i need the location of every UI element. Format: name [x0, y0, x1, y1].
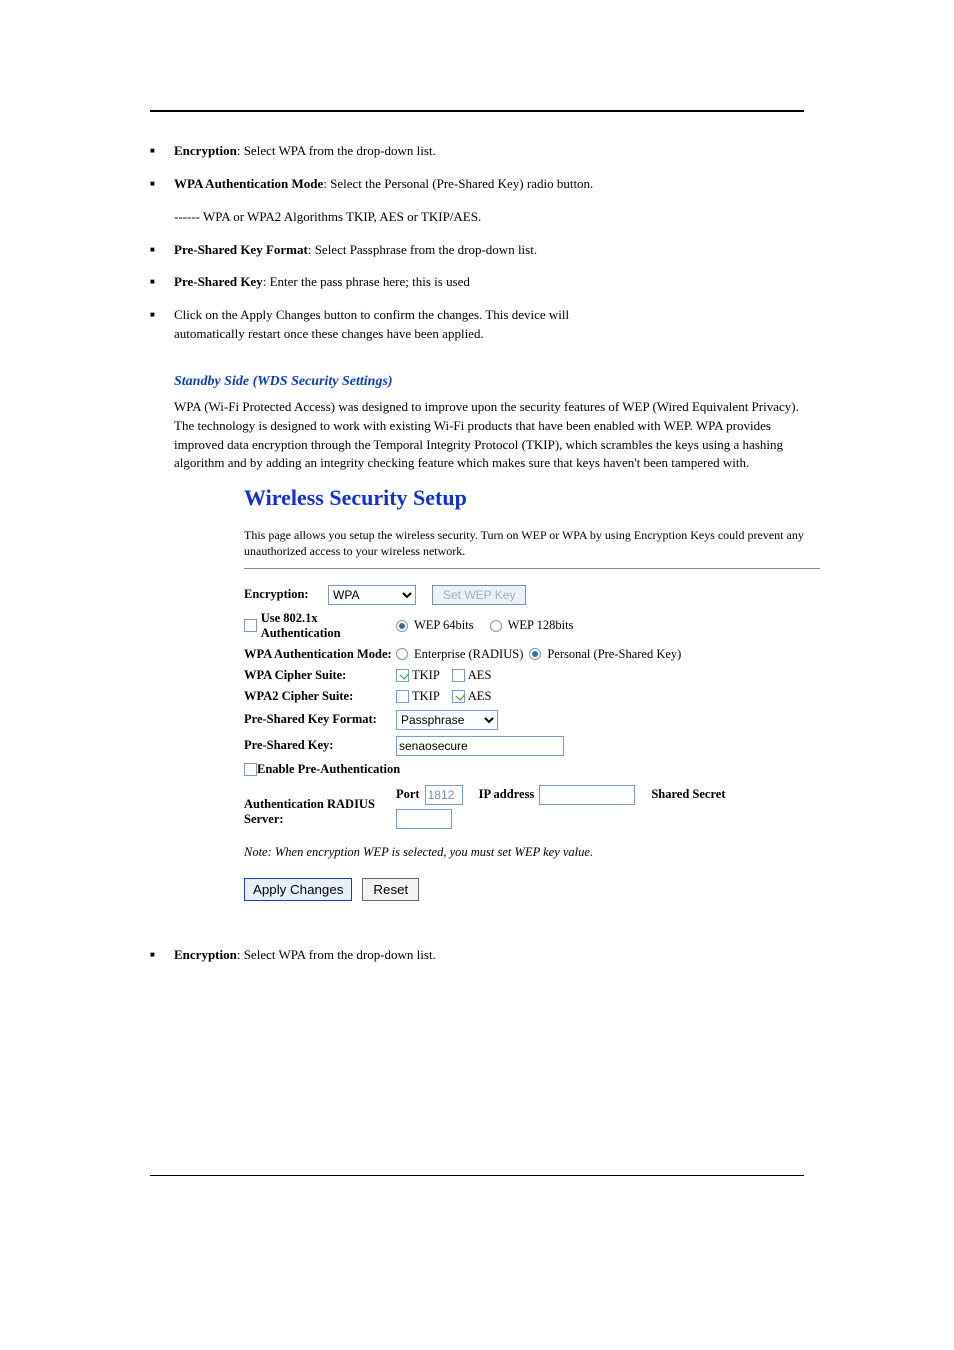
reset-button[interactable]: Reset	[362, 878, 419, 901]
row-wpa2-cipher: WPA2 Cipher Suite: TKIP AES	[244, 689, 820, 704]
bullet-text-line1: Click on the Apply Changes button to con…	[174, 307, 569, 322]
radio-wep64[interactable]	[396, 620, 408, 632]
bullet-psk: ■ Pre-Shared Key: Enter the pass phrase …	[150, 273, 804, 292]
label-secret: Shared Secret	[651, 787, 725, 802]
bullet-apply: ■ Click on the Apply Changes button to c…	[150, 306, 804, 344]
psk-format-select[interactable]: Passphrase	[396, 710, 498, 730]
checkbox-preauth[interactable]	[244, 763, 257, 776]
bullet-label: Encryption	[174, 947, 237, 962]
radio-personal[interactable]	[529, 648, 541, 660]
row-wpa-cipher: WPA Cipher Suite: TKIP AES	[244, 668, 820, 683]
psk-input[interactable]	[396, 736, 564, 756]
row-preauth: Enable Pre-Authentication	[244, 762, 820, 777]
bullet-text: : Select WPA from the drop-down list.	[237, 143, 436, 158]
row-radius: Authentication RADIUS Server: Port IP ad…	[244, 785, 820, 829]
label-port: Port	[396, 787, 420, 802]
action-buttons: Apply Changes Reset	[244, 878, 820, 901]
bullet-label: Pre-Shared Key	[174, 274, 263, 289]
label-ip: IP address	[479, 787, 535, 802]
bottom-rule	[150, 1175, 804, 1176]
shot-divider	[244, 568, 820, 569]
label-personal: Personal (Pre-Shared Key)	[547, 647, 681, 662]
bullet-mark: ■	[150, 241, 174, 260]
bullet-wpa-auth-mode: ■ WPA Authentication Mode: Select the Pe…	[150, 175, 804, 194]
label-psk: Pre-Shared Key:	[244, 738, 396, 753]
label-aes2: AES	[468, 689, 492, 704]
note-text: Note: When encryption WEP is selected, y…	[244, 845, 820, 860]
bullet-text: : Select WPA from the drop-down list.	[237, 947, 436, 962]
set-wep-key-button[interactable]: Set WEP Key	[432, 585, 526, 605]
checkbox-8021x[interactable]	[244, 619, 257, 632]
standby-intro: WPA (Wi-Fi Protected Access) was designe…	[174, 398, 804, 473]
bullet-label: WPA Authentication Mode	[174, 176, 323, 191]
checkbox-wpa-aes[interactable]	[452, 669, 465, 682]
checkbox-wpa-tkip[interactable]	[396, 669, 409, 682]
label-aes: AES	[468, 668, 492, 683]
checkbox-wpa2-aes[interactable]	[452, 690, 465, 703]
radio-wep128[interactable]	[490, 620, 502, 632]
bullet-text: : Select Passphrase from the drop-down l…	[308, 242, 537, 257]
top-rule	[150, 110, 804, 112]
bullet-psk-format: ■ Pre-Shared Key Format: Select Passphra…	[150, 241, 804, 260]
row-wpa-authmode: WPA Authentication Mode: Enterprise (RAD…	[244, 647, 820, 662]
bullet-mark: ■	[150, 142, 174, 161]
label-wep64: WEP 64bits	[414, 618, 474, 633]
ip-input[interactable]	[539, 785, 635, 805]
label-tkip: TKIP	[412, 668, 440, 683]
label-wpa-cipher: WPA Cipher Suite:	[244, 668, 396, 683]
label-preauth: Enable Pre-Authentication	[257, 762, 409, 777]
standby-heading: Standby Side (WDS Security Settings)	[174, 374, 804, 390]
bullet-wpa-continuation: ------ WPA or WPA2 Algorithms TKIP, AES …	[174, 208, 804, 227]
label-radius: Authentication RADIUS Server:	[244, 785, 396, 827]
shot-description: This page allows you setup the wireless …	[244, 527, 820, 559]
bullet-mark: ■	[150, 946, 174, 965]
label-8021x: Use 802.1x Authentication	[261, 611, 396, 641]
shot-title: Wireless Security Setup	[244, 485, 820, 511]
apply-changes-button[interactable]: Apply Changes	[244, 878, 352, 901]
checkbox-wpa2-tkip[interactable]	[396, 690, 409, 703]
secret-input[interactable]	[396, 809, 452, 829]
bullet-text: : Enter the pass phrase here; this is us…	[263, 274, 470, 289]
bullet-mark: ■	[150, 175, 174, 194]
bullet-mark: ■	[150, 273, 174, 292]
row-encryption: Encryption: WPA Set WEP Key	[244, 585, 820, 605]
bullet-label: Encryption	[174, 143, 237, 158]
bullet-encryption: ■ Encryption: Select WPA from the drop-d…	[150, 142, 804, 161]
encryption-select[interactable]: WPA	[328, 585, 416, 605]
row-psk-format: Pre-Shared Key Format: Passphrase	[244, 710, 820, 730]
bullet-text-line2: automatically restart once these changes…	[174, 326, 484, 341]
label-psk-format: Pre-Shared Key Format:	[244, 712, 396, 727]
label-wpa2-cipher: WPA2 Cipher Suite:	[244, 689, 396, 704]
row-8021x: Use 802.1x Authentication WEP 64bits WEP…	[244, 611, 820, 641]
bullet-label: Pre-Shared Key Format	[174, 242, 308, 257]
label-tkip2: TKIP	[412, 689, 440, 704]
label-wep128: WEP 128bits	[508, 618, 574, 633]
label-enterprise: Enterprise (RADIUS)	[414, 647, 523, 662]
label-wpa-authmode: WPA Authentication Mode:	[244, 647, 396, 662]
bullet-encryption-bottom: ■ Encryption: Select WPA from the drop-d…	[150, 946, 804, 965]
bullet-text: : Select the Personal (Pre-Shared Key) r…	[323, 176, 593, 191]
wireless-security-setup-screenshot: Wireless Security Setup This page allows…	[244, 485, 820, 900]
row-psk: Pre-Shared Key:	[244, 736, 820, 756]
bullet-mark: ■	[150, 306, 174, 344]
port-input[interactable]	[425, 785, 463, 805]
radio-enterprise[interactable]	[396, 648, 408, 660]
